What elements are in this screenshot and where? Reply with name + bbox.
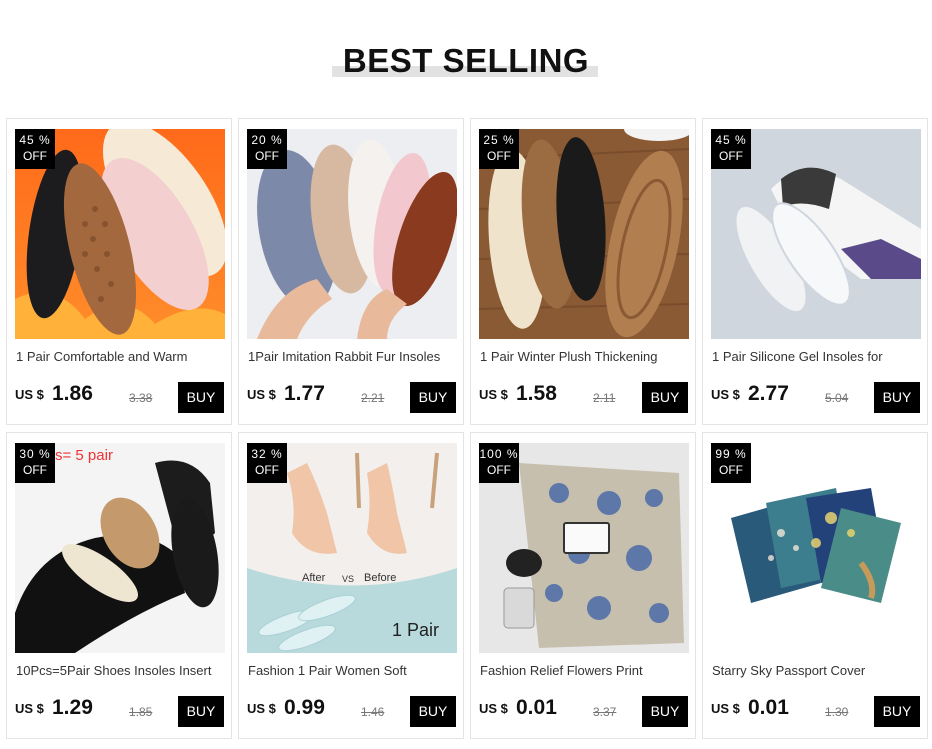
product-price: 1.29 bbox=[52, 696, 93, 719]
product-name[interactable]: Fashion 1 Pair Women Soft bbox=[248, 663, 458, 678]
buy-button[interactable]: BUY bbox=[642, 382, 688, 413]
image-label-vs: VS bbox=[342, 574, 355, 584]
product-price: 2.77 bbox=[748, 382, 789, 405]
discount-badge: 45 % OFF bbox=[711, 129, 751, 169]
currency-label: US $ bbox=[479, 701, 508, 716]
product-price: 1.58 bbox=[516, 382, 557, 405]
currency-label: US $ bbox=[15, 387, 44, 402]
product-name[interactable]: 1 Pair Silicone Gel Insoles for bbox=[712, 349, 922, 364]
image-label-after: After bbox=[302, 572, 326, 584]
currency-label: US $ bbox=[711, 387, 740, 402]
discount-badge: 20 % OFF bbox=[247, 129, 287, 169]
product-image[interactable]: 45 % OFF bbox=[15, 129, 225, 339]
discount-badge: 45 % OFF bbox=[15, 129, 55, 169]
currency-label: US $ bbox=[247, 701, 276, 716]
product-price: 0.99 bbox=[284, 696, 325, 719]
product-image[interactable]: s= 5 pair 30 % OFF bbox=[15, 443, 225, 653]
original-price: 1.85 bbox=[129, 705, 153, 719]
product-image[interactable]: 100 % OFF bbox=[479, 443, 689, 653]
product-name[interactable]: 1 Pair Winter Plush Thickening bbox=[480, 349, 690, 364]
discount-badge: 25 % OFF bbox=[479, 129, 519, 169]
discount-badge: 100 % OFF bbox=[479, 443, 519, 483]
product-name[interactable]: Starry Sky Passport Cover bbox=[712, 663, 922, 678]
currency-label: US $ bbox=[15, 701, 44, 716]
section-title: BEST SELLING bbox=[342, 42, 590, 79]
product-card[interactable]: 20 % OFF 1Pair Imitation Rabbit Fur Inso… bbox=[238, 118, 464, 425]
image-caption: s= 5 pair bbox=[55, 447, 113, 464]
product-name[interactable]: 10Pcs=5Pair Shoes Insoles Insert bbox=[16, 663, 226, 678]
discount-badge: 32 % OFF bbox=[247, 443, 287, 483]
currency-label: US $ bbox=[479, 387, 508, 402]
product-image[interactable]: After VS Before 1 Pair 32 % OFF bbox=[247, 443, 457, 653]
buy-button[interactable]: BUY bbox=[178, 696, 224, 727]
original-price: 3.38 bbox=[129, 391, 153, 405]
buy-button[interactable]: BUY bbox=[410, 382, 456, 413]
buy-button[interactable]: BUY bbox=[642, 696, 688, 727]
product-card[interactable]: After VS Before 1 Pair 32 % OFF Fashion … bbox=[238, 432, 464, 739]
discount-badge: 99 % OFF bbox=[711, 443, 751, 483]
product-card[interactable]: 99 % OFF Starry Sky Passport Cover US $ … bbox=[702, 432, 928, 739]
section-header: BEST SELLING bbox=[0, 0, 932, 110]
original-price: 5.04 bbox=[825, 391, 849, 405]
image-label-before: Before bbox=[364, 572, 397, 584]
original-price: 1.46 bbox=[361, 705, 385, 719]
product-card[interactable]: 45 % OFF 1 Pair Silicone Gel Insoles for… bbox=[702, 118, 928, 425]
product-price: 0.01 bbox=[748, 696, 789, 719]
original-price: 1.30 bbox=[825, 705, 849, 719]
product-price: 1.86 bbox=[52, 382, 93, 405]
product-image[interactable]: 99 % OFF bbox=[711, 443, 921, 653]
product-name[interactable]: 1Pair Imitation Rabbit Fur Insoles bbox=[248, 349, 458, 364]
currency-label: US $ bbox=[711, 701, 740, 716]
product-price: 0.01 bbox=[516, 696, 557, 719]
buy-button[interactable]: BUY bbox=[410, 696, 456, 727]
original-price: 3.37 bbox=[593, 705, 617, 719]
product-card[interactable]: 25 % OFF 1 Pair Winter Plush Thickening … bbox=[470, 118, 696, 425]
product-image[interactable]: 20 % OFF bbox=[247, 129, 457, 339]
product-image[interactable]: 25 % OFF bbox=[479, 129, 689, 339]
buy-button[interactable]: BUY bbox=[874, 696, 920, 727]
original-price: 2.11 bbox=[593, 391, 616, 405]
currency-label: US $ bbox=[247, 387, 276, 402]
image-label-pair: 1 Pair bbox=[392, 620, 440, 640]
buy-button[interactable]: BUY bbox=[874, 382, 920, 413]
product-name[interactable]: 1 Pair Comfortable and Warm bbox=[16, 349, 226, 364]
product-card[interactable]: 45 % OFF 1 Pair Comfortable and Warm US … bbox=[6, 118, 232, 425]
product-name[interactable]: Fashion Relief Flowers Print bbox=[480, 663, 690, 678]
buy-button[interactable]: BUY bbox=[178, 382, 224, 413]
product-image[interactable]: 45 % OFF bbox=[711, 129, 921, 339]
product-price: 1.77 bbox=[284, 382, 325, 405]
discount-badge: 30 % OFF bbox=[15, 443, 55, 483]
original-price: 2.21 bbox=[361, 391, 385, 405]
product-card[interactable]: s= 5 pair 30 % OFF 10Pcs=5Pair Shoes Ins… bbox=[6, 432, 232, 739]
product-card[interactable]: 100 % OFF Fashion Relief Flowers Print U… bbox=[470, 432, 696, 739]
